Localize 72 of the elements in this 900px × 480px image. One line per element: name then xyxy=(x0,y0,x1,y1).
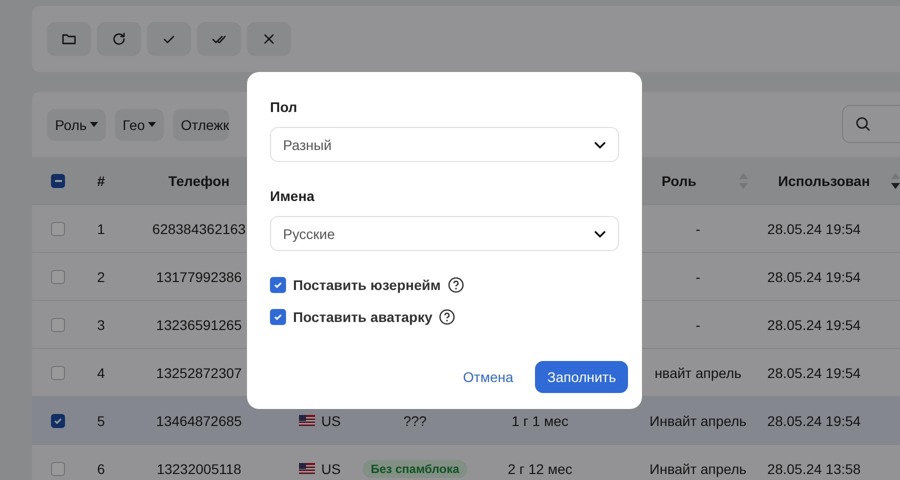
filter-button[interactable]: Гео xyxy=(114,108,164,140)
flag-icon xyxy=(299,415,316,426)
chevron-icon xyxy=(594,140,606,148)
select-all-checkbox[interactable] xyxy=(51,174,65,188)
row-number: 3 xyxy=(97,316,105,332)
column-header: Телефон xyxy=(168,172,230,188)
filter-button[interactable]: Роль xyxy=(47,108,106,140)
submit-button[interactable]: Заполнить xyxy=(535,361,628,393)
date-cell: 28.05.24 19:54 xyxy=(767,412,861,428)
check-icon xyxy=(273,312,283,322)
select-field[interactable]: Разный xyxy=(270,127,619,162)
help-icon[interactable] xyxy=(439,309,456,325)
date-cell: 28.05.24 19:54 xyxy=(767,364,861,380)
row-checkbox[interactable] xyxy=(51,222,65,236)
row-number: 1 xyxy=(97,220,105,236)
role-cell: Инвайт апрель xyxy=(650,460,746,476)
flag-icon xyxy=(299,463,316,474)
chevron-icon xyxy=(594,230,606,238)
date-cell: 28.05.24 19:54 xyxy=(767,220,861,236)
search-icon xyxy=(855,116,871,132)
role-cell-text: - xyxy=(694,220,702,236)
refresh-button[interactable] xyxy=(97,22,141,56)
geo-cell: US xyxy=(321,412,341,428)
check-icon xyxy=(53,416,63,426)
role-cell-text: - xyxy=(694,268,702,284)
row-number: 4 xyxy=(97,364,105,380)
option-checkbox[interactable] xyxy=(270,277,286,293)
option-label: Поставить аватарку xyxy=(293,309,432,325)
date-cell: 28.05.24 13:58 xyxy=(767,460,861,476)
row-checkbox[interactable] xyxy=(51,270,65,284)
phone-cell: 13177992386 xyxy=(156,268,242,284)
double-check-button[interactable] xyxy=(197,22,241,56)
field-label: Пол xyxy=(270,99,298,115)
phone-cell: 13232005118 xyxy=(156,460,242,476)
column-header: # xyxy=(97,172,105,188)
role-cell: Инвайт апрель xyxy=(650,412,746,428)
phone-cell: 13252872307 xyxy=(156,364,242,380)
date-cell: 28.05.24 19:54 xyxy=(767,316,861,332)
row-checkbox[interactable] xyxy=(51,462,65,476)
option-label: Поставить юзернейм xyxy=(293,277,441,293)
close-button[interactable] xyxy=(247,22,291,56)
select-field[interactable]: Русские xyxy=(270,216,619,251)
field-label: Имена xyxy=(270,188,316,204)
row-checkbox[interactable] xyxy=(51,366,65,380)
row-number: 2 xyxy=(97,268,105,284)
status-badge: Без спамблока xyxy=(362,460,468,478)
column-header[interactable]: Роль xyxy=(662,172,696,188)
phone-cell: 13464872685 xyxy=(156,412,242,428)
age-cell: 2 г 12 мес xyxy=(508,460,572,476)
row-checkbox[interactable] xyxy=(51,318,65,332)
role-cell: нвайт апрель xyxy=(654,364,742,380)
search-field[interactable] xyxy=(842,105,900,143)
role-cell-text: - xyxy=(694,316,702,332)
age-cell: 1 г 1 мес xyxy=(512,412,568,428)
row-number: 6 xyxy=(97,460,105,476)
phone-cell: 13236591265 xyxy=(156,316,242,332)
row-number: 5 xyxy=(97,412,105,428)
column-header[interactable]: Использован xyxy=(778,172,870,188)
date-cell: 28.05.24 19:54 xyxy=(767,268,861,284)
help-icon[interactable] xyxy=(448,277,464,293)
sort-icon[interactable] xyxy=(891,172,900,190)
status-cell: ??? xyxy=(403,412,427,428)
phone-cell: 628384362163 xyxy=(152,220,246,236)
check-button[interactable] xyxy=(147,22,191,56)
row-checkbox[interactable] xyxy=(51,414,65,428)
geo-cell: US xyxy=(321,460,341,476)
check-icon xyxy=(273,280,283,290)
folder-button[interactable] xyxy=(47,22,91,56)
filter-button[interactable]: Отлежк xyxy=(172,108,230,140)
refresh-icon xyxy=(111,31,127,47)
cancel-button[interactable]: Отмена xyxy=(457,368,520,386)
option-checkbox[interactable] xyxy=(270,309,286,325)
